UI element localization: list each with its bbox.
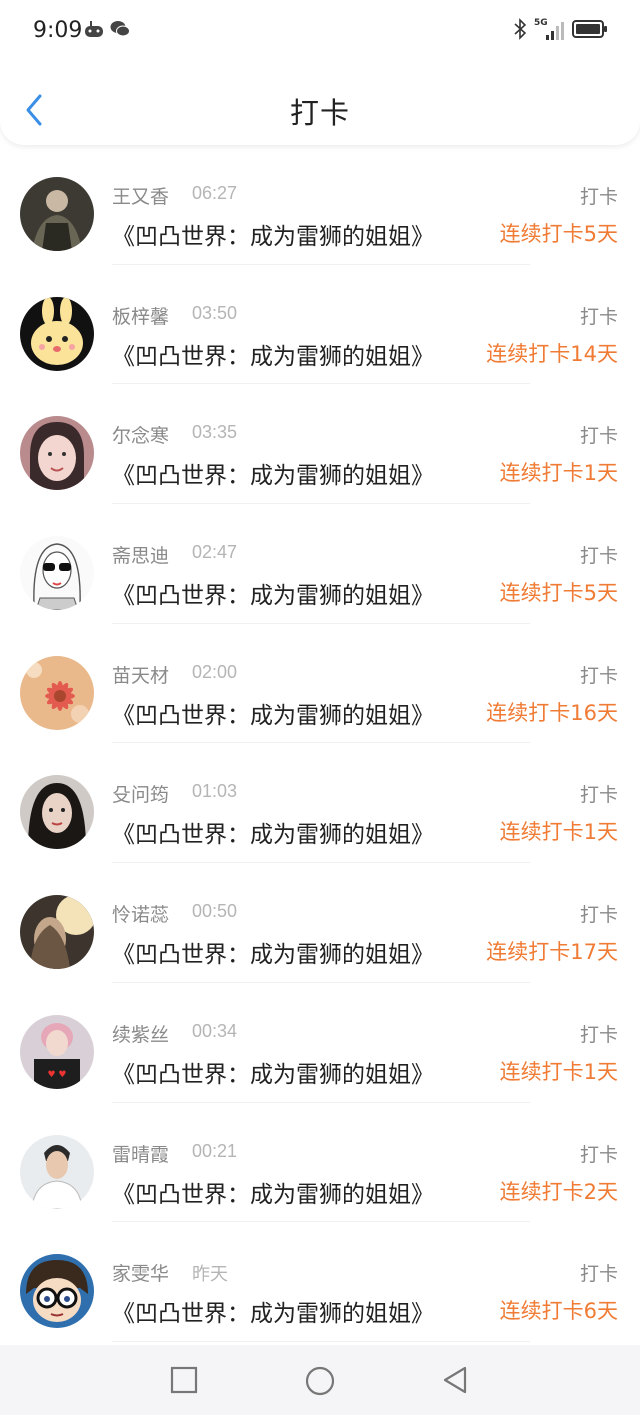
avatar[interactable]: [20, 655, 94, 730]
user-name: 王又香: [112, 186, 170, 208]
user-name: 续紫丝: [112, 1023, 170, 1046]
user-name: 板梓馨: [112, 305, 170, 328]
user-name: 尔念寒: [112, 425, 170, 448]
top-bar: 9:09 5G 打卡: [0, 0, 640, 145]
checkin-tag: 打卡: [579, 1263, 618, 1286]
avatar[interactable]: ♥ ♥: [20, 1014, 94, 1089]
checkin-tag: 打卡: [579, 664, 618, 687]
checkin-time: 03:50: [192, 302, 238, 323]
streak-count: 连续打卡2天: [499, 1179, 618, 1204]
book-title: 《凹凸世界：成为雷狮的姐姐》: [112, 702, 434, 729]
status-icons: 5G: [514, 18, 608, 44]
avatar[interactable]: [20, 895, 94, 970]
game-controller-icon: [84, 20, 104, 42]
user-name: 殳问筠: [112, 784, 170, 807]
avatar[interactable]: [20, 1254, 94, 1329]
streak-count: 连续打卡1天: [499, 1059, 618, 1084]
avatar[interactable]: [20, 1134, 94, 1209]
user-name: 雷晴霞: [112, 1143, 170, 1166]
checkin-time: 01:03: [192, 781, 238, 802]
checkin-time: 00:21: [192, 1140, 238, 1161]
list-item[interactable]: 雷晴霞 00:21 《凹凸世界：成为雷狮的姐姐》 打卡连续打卡2天: [0, 1103, 640, 1223]
streak-count: 连续打卡5天: [499, 222, 618, 246]
checkin-list: 王又香 06:27 《凹凸世界：成为雷狮的姐姐》 打卡 连续打卡5天 板梓馨 03:50 《凹…: [0, 145, 640, 1342]
streak-count: 连续打卡16天: [486, 700, 618, 725]
book-title: 《凹凸世界：成为雷狮的姐姐》: [112, 1181, 434, 1208]
checkin-time: 02:00: [192, 661, 238, 682]
checkin-time: 03:35: [192, 422, 238, 443]
checkin-tag: 打卡: [579, 904, 618, 927]
avatar[interactable]: [20, 177, 94, 251]
checkin-tag: 打卡: [579, 1023, 618, 1046]
checkin-tag: 打卡: [579, 186, 618, 208]
page-title: 打卡: [289, 96, 350, 130]
status-bar: 9:09 5G: [0, 0, 640, 62]
book-title: 《凹凸世界：成为雷狮的姐姐》: [112, 224, 434, 250]
checkin-time: 06:27: [192, 183, 238, 203]
list-item[interactable]: 苗天材 02:00 《凹凸世界：成为雷狮的姐姐》 打卡连续打卡16天: [0, 624, 640, 744]
list-item[interactable]: 殳问筠 01:03 《凹凸世界：成为雷狮的姐姐》 打卡连续打卡1天: [0, 743, 640, 863]
book-title: 《凹凸世界：成为雷狮的姐姐》: [112, 583, 434, 610]
book-title: 《凹凸世界：成为雷狮的姐姐》: [112, 343, 434, 370]
book-title: 《凹凸世界：成为雷狮的姐姐》: [112, 463, 434, 490]
streak-count: 连续打卡14天: [486, 341, 618, 366]
checkin-tag: 打卡: [579, 784, 618, 807]
user-name: 苗天材: [112, 664, 170, 687]
avatar[interactable]: [20, 775, 94, 850]
book-title: 《凹凸世界：成为雷狮的姐姐》: [112, 822, 434, 849]
svg-text:♥ ♥: ♥ ♥: [48, 1070, 67, 1080]
battery-icon: [572, 19, 608, 43]
avatar[interactable]: [20, 536, 94, 611]
book-title: 《凹凸世界：成为雷狮的姐姐》: [112, 942, 434, 969]
list-item[interactable]: 斋思迪 02:47 《凹凸世界：成为雷狮的姐姐》 打卡连续打卡5天: [0, 504, 640, 624]
checkin-time: 00:34: [192, 1020, 238, 1041]
list-item[interactable]: 家雯华 昨天《凹凸世界：成为雷狮的姐姐》 打卡连续打卡6天: [0, 1222, 640, 1342]
nav-bar: 打卡: [0, 62, 640, 145]
signal-icon: 5G: [534, 18, 564, 42]
back-triangle-icon[interactable]: [441, 1366, 469, 1394]
checkin-time: 02:47: [192, 542, 238, 563]
list-item[interactable]: ♥ ♥ 续紫丝 00:34 《凹凸世界：成为雷狮的姐姐》 打卡连续打卡1天: [0, 983, 640, 1103]
bluetooth-icon: [514, 18, 527, 44]
recent-apps-icon[interactable]: [170, 1366, 198, 1394]
user-name: 怜诺蕊: [112, 904, 170, 927]
wechat-icon: [110, 20, 130, 42]
list-item[interactable]: 板梓馨 03:50 《凹凸世界：成为雷狮的姐姐》 打卡连续打卡14天: [0, 265, 640, 385]
user-name: 斋思迪: [112, 545, 170, 568]
system-nav-bar: [0, 1345, 640, 1415]
list-item[interactable]: 怜诺蕊 00:50 《凹凸世界：成为雷狮的姐姐》 打卡连续打卡17天: [0, 863, 640, 983]
checkin-time: 00:50: [192, 901, 238, 922]
streak-count: 连续打卡1天: [499, 820, 618, 845]
checkin-tag: 打卡: [579, 305, 618, 328]
checkin-time: 昨天: [192, 1264, 228, 1285]
streak-count: 连续打卡6天: [499, 1299, 618, 1324]
streak-count: 连续打卡17天: [486, 940, 618, 965]
book-title: 《凹凸世界：成为雷狮的姐姐》: [112, 1061, 434, 1088]
checkin-tag: 打卡: [579, 545, 618, 568]
avatar[interactable]: [20, 416, 94, 491]
book-title: 《凹凸世界：成为雷狮的姐姐》: [112, 1301, 434, 1328]
list-item[interactable]: 王又香 06:27 《凹凸世界：成为雷狮的姐姐》 打卡连续打卡5天: [0, 145, 640, 265]
streak-count: 连续打卡1天: [499, 461, 618, 486]
user-name: 家雯华: [112, 1263, 170, 1286]
streak-count: 连续打卡5天: [499, 581, 618, 606]
checkin-tag: 打卡: [579, 425, 618, 448]
list-item[interactable]: 尔念寒 03:35 《凹凸世界：成为雷狮的姐姐》 打卡连续打卡1天: [0, 384, 640, 504]
status-time: 9:09: [33, 18, 83, 43]
avatar[interactable]: [20, 296, 94, 371]
home-icon[interactable]: [305, 1366, 335, 1396]
checkin-tag: 打卡: [579, 1143, 618, 1166]
